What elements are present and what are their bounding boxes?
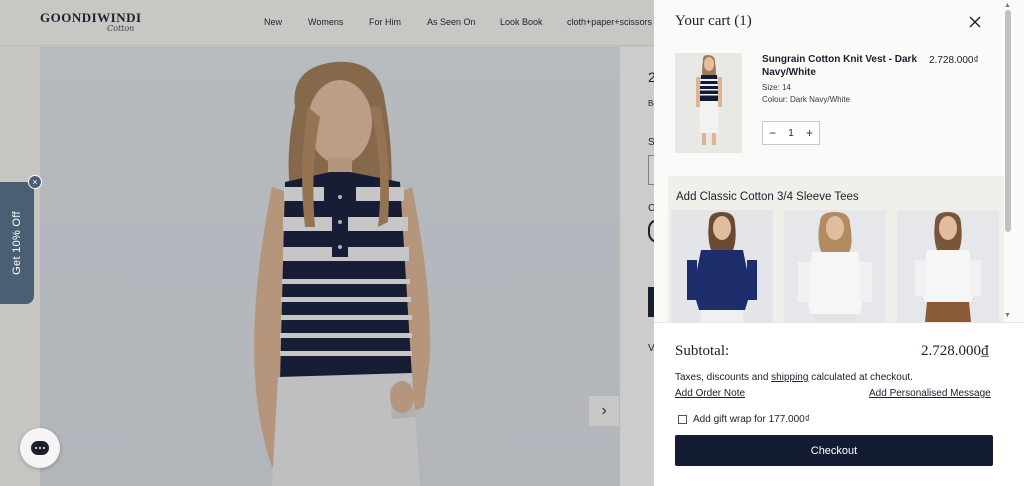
gift-wrap-label[interactable]: Add gift wrap for 177.000₫ — [693, 414, 810, 425]
cart-footer: Subtotal: 2.728.000₫ Taxes, discounts an… — [654, 322, 1024, 486]
cart-item-name[interactable]: Sungrain Cotton Knit Vest - Dark Navy/Wh… — [762, 53, 922, 79]
discount-close-button[interactable]: × — [28, 175, 42, 189]
gift-wrap-checkbox[interactable] — [678, 415, 687, 424]
cart-title: Your cart (1) — [675, 13, 752, 29]
shipping-link[interactable]: shipping — [771, 372, 808, 383]
quantity-stepper: − 1 + — [762, 121, 820, 145]
navy-tee-photo — [671, 210, 773, 322]
product-page: GOONDIWINDI Cotton New Womens For Him As… — [0, 0, 654, 486]
tax-note-text: Taxes, discounts and — [675, 372, 772, 383]
scroll-down-arrow-icon[interactable]: ▼ — [1004, 312, 1011, 319]
subtotal-value: 2.728.000₫ — [921, 343, 989, 359]
discount-tab-label: Get 10% Off — [11, 211, 23, 275]
cart-item-image[interactable] — [675, 53, 742, 153]
drawer-backdrop[interactable] — [0, 0, 654, 486]
quantity-increase-button[interactable]: + — [806, 126, 813, 140]
cart-scrollbar-thumb[interactable] — [1005, 10, 1011, 232]
upsell-product-card[interactable] — [897, 210, 999, 322]
upsell-product-card[interactable] — [671, 210, 773, 322]
white-tee-photo — [784, 210, 886, 322]
white-tee-2-photo — [897, 210, 999, 322]
upsell-product-card[interactable] — [784, 210, 886, 322]
cart-item-colour: Colour: Dark Navy/White — [762, 95, 851, 104]
chat-launcher-button[interactable] — [20, 428, 60, 468]
cart-item-size: Size: 14 — [762, 83, 791, 92]
checkout-button[interactable]: Checkout — [675, 435, 993, 466]
discount-tab[interactable]: Get 10% Off — [0, 182, 34, 304]
close-icon: × — [32, 176, 38, 187]
cart-item-price: 2.728.000₫ — [929, 55, 979, 66]
chat-bubble-icon — [31, 441, 49, 455]
cart-item-photo — [675, 53, 742, 153]
tax-note: Taxes, discounts and shipping calculated… — [675, 372, 913, 383]
add-order-note-link[interactable]: Add Order Note — [675, 388, 745, 399]
quantity-decrease-button[interactable]: − — [769, 126, 776, 140]
quantity-value[interactable]: 1 — [788, 128, 794, 139]
tax-note-text-end: calculated at checkout. — [808, 372, 913, 383]
add-personalised-message-link[interactable]: Add Personalised Message — [869, 388, 991, 399]
subtotal-label: Subtotal: — [675, 343, 730, 359]
close-icon[interactable] — [967, 14, 983, 30]
upsell-title: Add Classic Cotton 3/4 Sleeve Tees — [676, 191, 859, 203]
scroll-up-arrow-icon[interactable]: ▲ — [1004, 2, 1011, 9]
upsell-section: Add Classic Cotton 3/4 Sleeve Tees — [668, 176, 1004, 322]
gift-wrap-option: Add gift wrap for 177.000₫ — [678, 414, 810, 425]
